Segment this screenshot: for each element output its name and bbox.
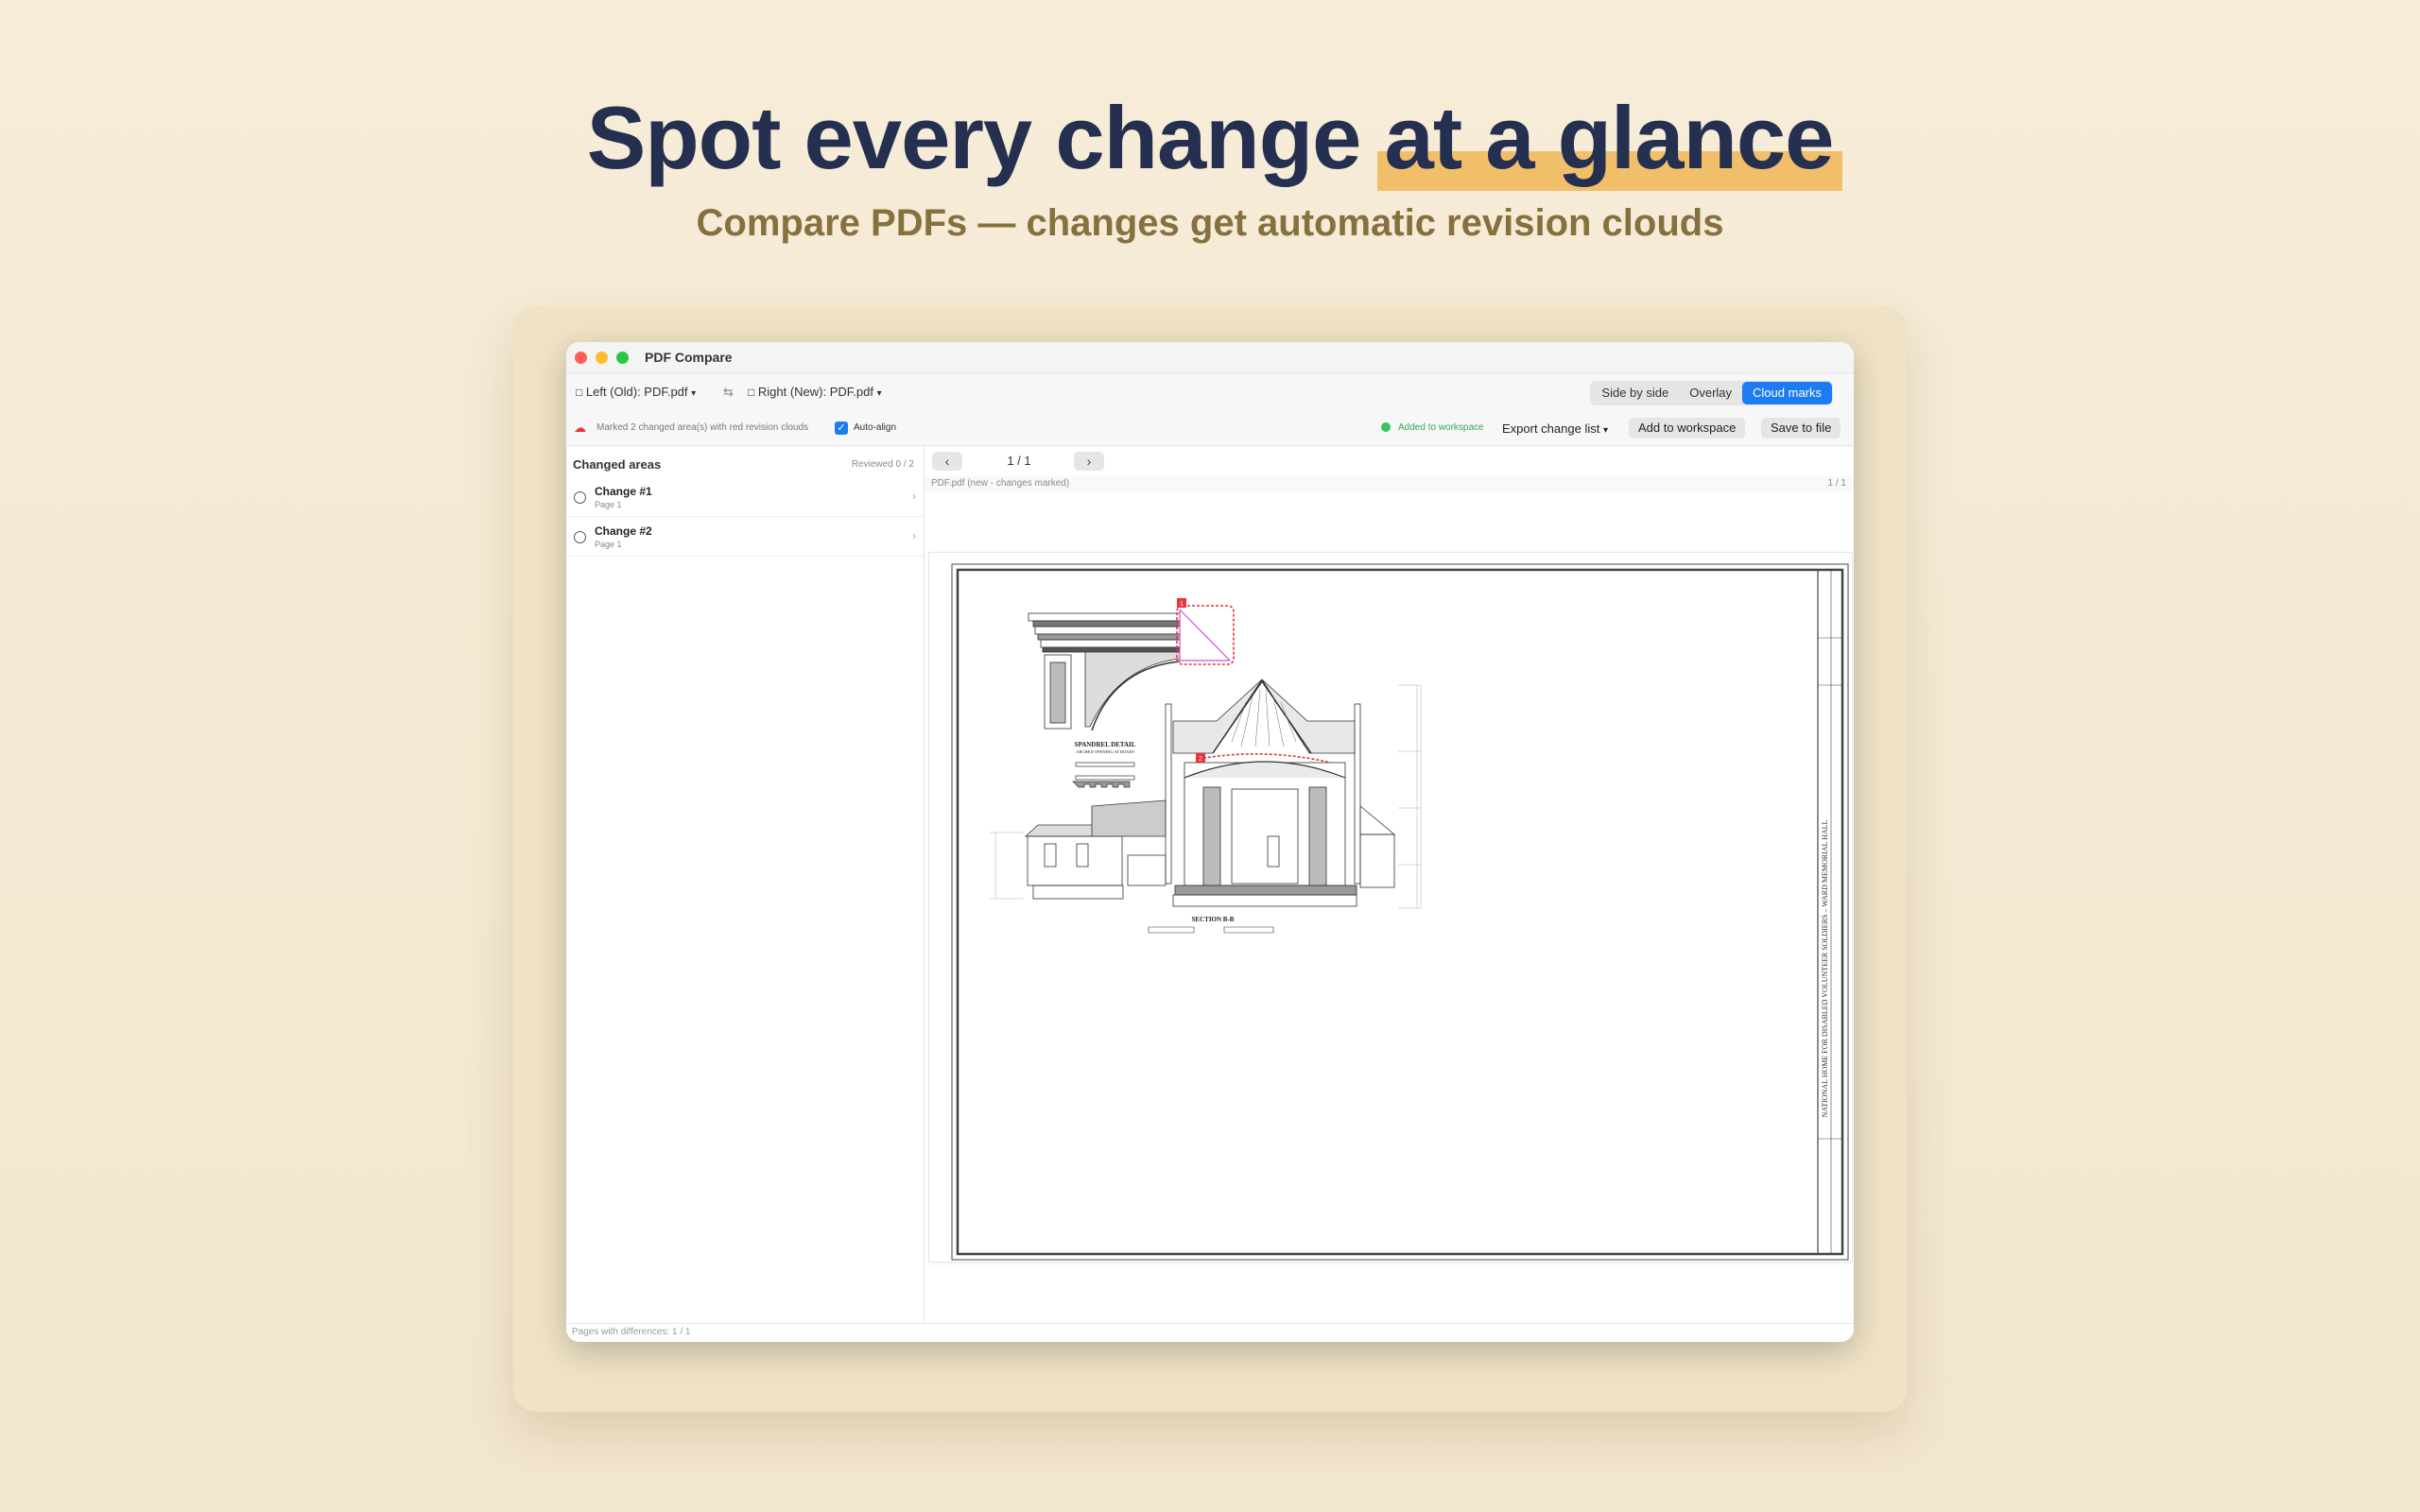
chevron-down-icon: ▾ [876,388,882,399]
view-cloud-marks-button[interactable]: Cloud marks [1742,382,1832,404]
left-wing [1024,799,1167,900]
marker-2: 2 [1199,756,1202,763]
footer-text: Pages with differences: 1 / 1 [572,1327,691,1337]
document-icon: □ [576,386,583,399]
spandrel-title: SPANDREL DETAIL [1075,741,1136,748]
reviewed-count: Reviewed 0 / 2 [851,459,914,470]
change-item-2[interactable]: Change #2 Page 1 › [566,518,924,557]
prev-page-button[interactable]: ‹ [932,452,962,471]
hero-subtitle: Compare PDFs — changes get automatic rev… [696,202,1724,244]
chevron-down-icon: ▾ [691,388,697,399]
pdf-page[interactable]: NATIONAL HOME FOR DISABLED VOLUNTEER SOL… [928,552,1853,1263]
profile-details [1072,762,1135,788]
swap-files-icon[interactable]: ⇆ [723,385,734,400]
save-to-file-button[interactable]: Save to file [1761,418,1841,438]
view-overlay-button[interactable]: Overlay [1679,382,1742,404]
add-to-workspace-button[interactable]: Add to workspace [1629,418,1746,438]
left-file-picker[interactable]: □ Left (Old): PDF.pdf ▾ [576,385,696,399]
change-page: Page 1 [595,500,622,509]
architectural-drawing: NATIONAL HOME FOR DISABLED VOLUNTEER SOL… [951,563,1849,1261]
auto-align-checkbox[interactable]: ✓ [835,421,848,435]
review-radio[interactable] [574,491,586,504]
spandrel-detail [1028,612,1181,731]
view-side-by-side-button[interactable]: Side by side [1591,382,1679,404]
revision-cloud-1: 1 [1176,598,1235,665]
next-page-button[interactable]: › [1074,452,1104,471]
app-window: PDF Compare □ Left (Old): PDF.pdf ▾ ⇆ □ … [566,342,1854,1342]
hero-headline: Spot every change at a glance [0,87,2420,191]
doc-page-count: 1 / 1 [1827,478,1846,489]
auto-align-label: Auto-align [854,422,897,433]
right-file-picker[interactable]: □ Right (New): PDF.pdf ▾ [748,385,882,399]
changes-sidebar: Changed areas Reviewed 0 / 2 Change #1 P… [566,446,925,1342]
close-window-button[interactable] [575,352,587,364]
doc-label: PDF.pdf (new - changes marked) [931,478,1070,489]
headline-highlight: at a glance [1376,88,1843,191]
window-title: PDF Compare [645,350,733,365]
page-indicator: 1 / 1 [1007,454,1031,468]
title-bar: PDF Compare [566,342,1854,372]
building-section [1165,679,1396,907]
review-radio[interactable] [574,531,586,543]
change-title: Change #1 [595,485,652,498]
status-bar: ☁ Marked 2 changed area(s) with red revi… [566,411,1854,446]
cloud-icon: ☁ [574,421,586,435]
workspace-status: Added to workspace [1398,422,1484,433]
chevron-down-icon: ▾ [1602,425,1608,436]
view-mode-segmented: Side by side Overlay Cloud marks [1590,381,1833,405]
sidebar-header: Changed areas [573,457,662,472]
toolbar: □ Left (Old): PDF.pdf ▾ ⇆ □ Right (New):… [566,372,1854,412]
viewer-pane: ‹ 1 / 1 › PDF.pdf (new - changes marked)… [925,446,1854,1342]
spandrel-subtitle: ARCHED OPENING AT BOXES [1076,749,1134,754]
zoom-window-button[interactable] [616,352,629,364]
sheet-title: NATIONAL HOME FOR DISABLED VOLUNTEER SOL… [1821,819,1829,1117]
footer-bar: Pages with differences: 1 / 1 [566,1323,1854,1342]
export-change-list-menu[interactable]: Export change list ▾ [1502,421,1608,436]
status-message: Marked 2 changed area(s) with red revisi… [596,422,808,433]
doc-label-bar: PDF.pdf (new - changes marked) 1 / 1 [925,476,1854,491]
chevron-right-icon: › [912,490,916,503]
check-circle-icon [1381,422,1391,432]
change-title: Change #2 [595,524,652,538]
scale-bars [1148,926,1274,934]
change-page: Page 1 [595,540,622,549]
marker-1: 1 [1180,601,1184,608]
section-title: SECTION B-B [1192,916,1235,923]
headline-main: Spot every change [586,88,1362,187]
chevron-right-icon: › [912,529,916,542]
minimize-window-button[interactable] [596,352,608,364]
document-icon: □ [748,386,755,399]
change-item-1[interactable]: Change #1 Page 1 › [566,478,924,517]
